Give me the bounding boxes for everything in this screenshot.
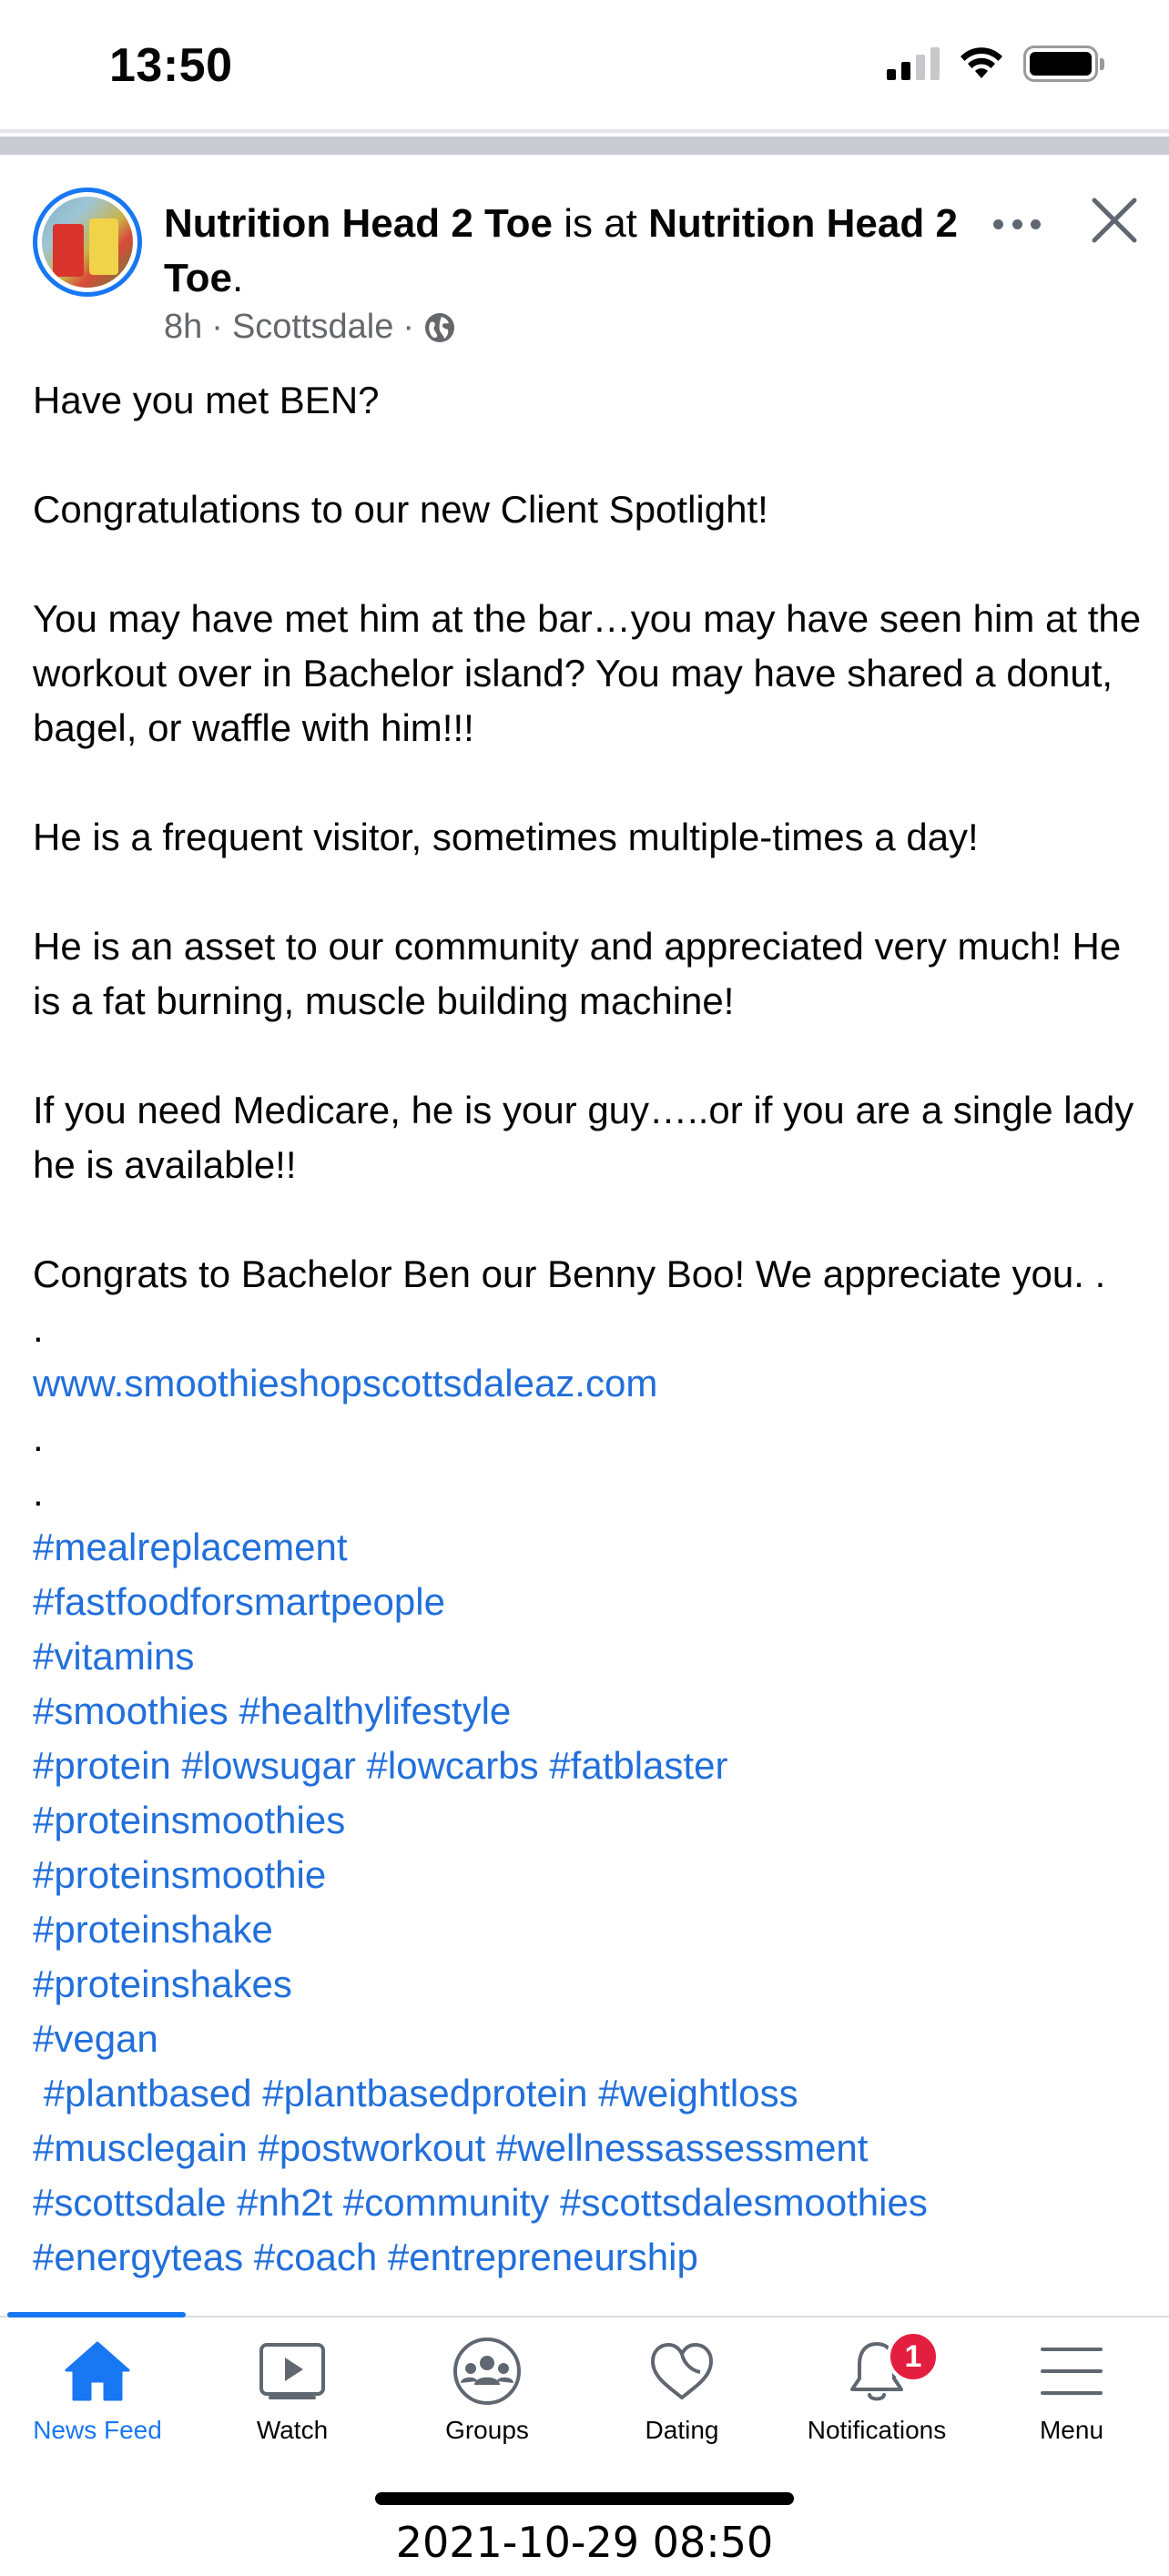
place-suffix: . (231, 256, 244, 300)
hashtag-line[interactable]: #smoothies #healthylifestyle (33, 1684, 1144, 1739)
hashtag-line[interactable]: #proteinshake (33, 1902, 1144, 1957)
tab-label: Dating (645, 2416, 719, 2444)
hashtag-line[interactable]: #scottsdale #nh2t #community #scottsdale… (33, 2175, 1144, 2230)
post-time[interactable]: 8h (164, 308, 202, 347)
hashtag-line[interactable]: #vegan (33, 2012, 1144, 2066)
tab-label: Menu (1039, 2416, 1104, 2444)
post-paragraph: He is a frequent visitor, sometimes mult… (33, 816, 979, 858)
status-icons (887, 46, 1104, 82)
hashtag-line[interactable]: #proteinshakes (33, 1957, 1144, 2012)
post-header: Nutrition Head 2 Toe is at Nutrition Hea… (0, 155, 1169, 373)
post-title: Nutrition Head 2 Toe is at Nutrition Hea… (164, 197, 965, 306)
heart-icon (651, 2343, 713, 2399)
notification-badge: 1 (887, 2330, 940, 2383)
tab-label: News Feed (33, 2416, 162, 2444)
post-meta: 8h · Scottsdale · (164, 308, 456, 347)
meta-separator: · (211, 308, 223, 346)
dot-line: . (33, 1471, 44, 1514)
watch-icon (259, 2343, 325, 2399)
cellular-signal-icon (887, 47, 940, 80)
battery-icon (1023, 46, 1104, 82)
menu-icon (1041, 2348, 1103, 2395)
post-paragraph: He is an asset to our community and appr… (33, 925, 1122, 1022)
tab-news-feed[interactable]: News Feed (0, 2330, 195, 2467)
hashtag-line[interactable]: #proteinsmoothies (33, 1793, 1144, 1848)
more-options-button[interactable] (988, 206, 1046, 242)
divider (0, 129, 1169, 133)
post-paragraph: If you need Medicare, he is your guy…..o… (33, 1089, 1134, 1186)
tab-groups[interactable]: Groups (390, 2330, 584, 2467)
dot-line: . (33, 1416, 44, 1459)
post-location[interactable]: Scottsdale (232, 308, 393, 347)
globe-icon (425, 312, 455, 342)
hashtag-line[interactable]: #fastfoodforsmartpeople (33, 1575, 1144, 1629)
tab-dating[interactable]: Dating (584, 2330, 779, 2467)
tab-label: Groups (445, 2416, 529, 2444)
dot-line: . (33, 1307, 44, 1350)
hashtag-line[interactable]: #energyteas #coach #entrepreneurship (33, 2230, 1144, 2285)
hashtag-line[interactable]: #protein #lowsugar #lowcarbs #fatblaster (33, 1739, 1144, 1793)
close-icon[interactable] (1087, 193, 1142, 248)
author-name[interactable]: Nutrition Head 2 Toe (164, 201, 553, 246)
tab-label: Notifications (807, 2416, 947, 2444)
timestamp-overlay: 2021-10-29 08:50 (395, 2518, 774, 2567)
home-icon (65, 2341, 130, 2401)
tab-watch[interactable]: Watch (195, 2330, 390, 2467)
hashtag-line[interactable]: #proteinsmoothie (33, 1848, 1144, 1902)
post-body: Have you met BEN? Congratulations to our… (33, 373, 1144, 2285)
page-avatar[interactable] (33, 188, 142, 297)
post-paragraph: You may have met him at the bar…you may … (33, 597, 1142, 749)
tab-notifications[interactable]: 1 Notifications (779, 2330, 974, 2467)
hashtag-line[interactable]: #vitamins (33, 1629, 1144, 1684)
hashtag-line[interactable]: #musclegain #postworkout #wellnessassess… (33, 2121, 1144, 2175)
groups-icon (453, 2338, 521, 2405)
post-paragraph: Congrats to Bachelor Ben our Benny Boo! … (33, 1253, 1106, 1295)
divider-band (0, 137, 1169, 155)
tab-menu[interactable]: Menu (974, 2330, 1169, 2467)
website-link[interactable]: www.smoothieshopscottsdaleaz.com (33, 1356, 1144, 1411)
tab-label: Watch (256, 2416, 329, 2444)
post-paragraph: Have you met BEN? (33, 379, 380, 421)
hashtag-line[interactable]: #mealreplacement (33, 1520, 1144, 1575)
status-bar: 13:50 (0, 0, 1169, 129)
meta-separator: · (402, 308, 415, 346)
wifi-icon (961, 47, 1002, 78)
active-tab-indicator (7, 2312, 186, 2317)
home-indicator[interactable] (375, 2492, 794, 2505)
status-time: 13:50 (109, 39, 233, 92)
hashtag-line[interactable]: #plantbased #plantbasedprotein #weightlo… (33, 2066, 1144, 2121)
post-paragraph: Congratulations to our new Client Spotli… (33, 488, 768, 531)
is-at-text: is at (552, 201, 649, 246)
